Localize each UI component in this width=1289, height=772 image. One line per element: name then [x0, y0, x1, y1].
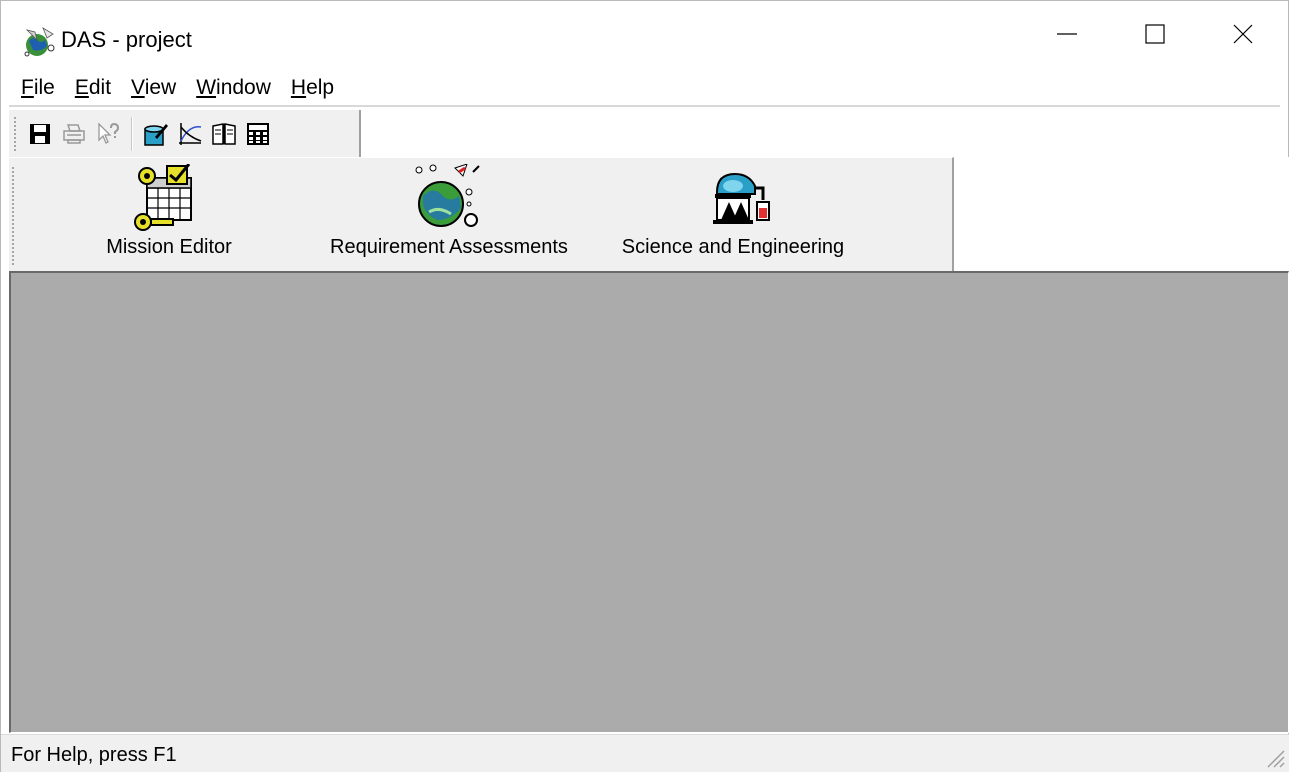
resize-grip-icon[interactable]	[1262, 745, 1286, 769]
print-button[interactable]	[57, 117, 91, 151]
science-engineering-icon	[713, 172, 770, 224]
mission-editor-label: Mission Editor	[106, 236, 232, 258]
calculator-button[interactable]	[241, 117, 275, 151]
requirement-assessments-button[interactable]: Requirement Assessments	[309, 158, 589, 272]
menu-file[interactable]: File	[9, 76, 63, 100]
book-button[interactable]	[207, 117, 241, 151]
mission-editor-icon	[134, 164, 192, 231]
menu-edit[interactable]: Edit	[63, 76, 119, 100]
status-text: For Help, press F1	[11, 744, 177, 766]
requirement-assessments-label: Requirement Assessments	[330, 236, 568, 258]
module-toolbar: Mission Editor Requirement Assessments S…	[9, 157, 954, 271]
menu-window[interactable]: Window	[184, 76, 279, 100]
title-bar[interactable]: DAS - project	[1, 1, 1288, 67]
maximize-button[interactable]	[1109, 1, 1201, 67]
maximize-icon	[1145, 24, 1165, 44]
status-bar: For Help, press F1	[1, 734, 1289, 772]
close-icon	[1233, 24, 1253, 44]
menu-help[interactable]: Help	[279, 76, 342, 100]
close-button[interactable]	[1197, 1, 1289, 67]
toolbar-separator	[131, 116, 133, 151]
edit-object-icon	[144, 123, 168, 146]
window-title: DAS - project	[61, 27, 192, 52]
save-icon	[30, 123, 50, 144]
minimize-button[interactable]	[1021, 1, 1113, 67]
context-help-icon	[98, 121, 120, 144]
minimize-icon	[1057, 33, 1077, 35]
chart-button[interactable]	[173, 117, 207, 151]
app-window: DAS - project File Edit View Window Help	[0, 0, 1289, 772]
chart-icon	[179, 122, 202, 145]
requirement-assessments-icon	[415, 164, 480, 227]
calculator-icon	[247, 122, 269, 145]
standard-toolbar	[9, 110, 361, 157]
das-globe-icon	[24, 27, 55, 57]
menu-bar: File Edit View Window Help	[9, 71, 1280, 107]
print-icon	[63, 123, 85, 144]
edit-object-button[interactable]	[139, 117, 173, 151]
mission-editor-button[interactable]: Mission Editor	[79, 158, 259, 272]
science-engineering-button[interactable]: Science and Engineering	[599, 158, 867, 272]
book-icon	[212, 122, 236, 145]
save-button[interactable]	[23, 117, 57, 151]
science-engineering-label: Science and Engineering	[621, 236, 845, 258]
toolbar-grip[interactable]	[13, 115, 17, 152]
context-help-button[interactable]	[91, 117, 125, 151]
mdi-client-area[interactable]	[9, 271, 1289, 733]
toolbar-empty-area	[954, 157, 1289, 271]
toolbar-grip[interactable]	[11, 166, 15, 266]
menu-view[interactable]: View	[119, 76, 184, 100]
